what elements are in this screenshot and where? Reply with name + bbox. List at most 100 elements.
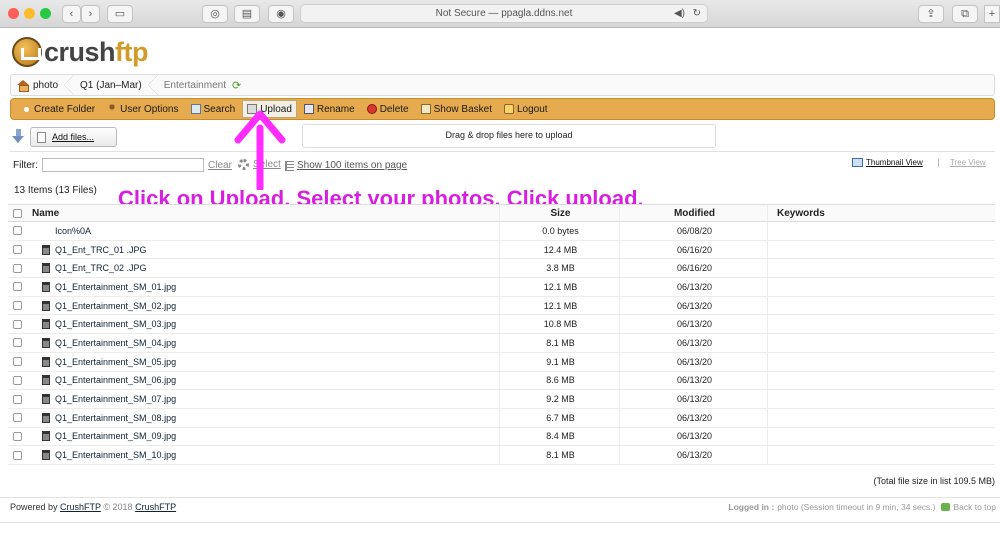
share-icon[interactable]: ⇪ (918, 5, 944, 23)
table-row[interactable]: Q1_Entertainment_SM_01.jpg 12.1 MB 06/13/2… (8, 278, 995, 297)
file-modified: 06/13/20 (622, 334, 768, 352)
table-row[interactable]: Q1_Entertainment_SM_03.jpg 10.8 MB 06/13/2… (8, 315, 995, 335)
table-row[interactable]: Q1_Entertainment_SM_08.jpg 6.7 MB 06/13/20 (8, 408, 995, 428)
file-icon (42, 356, 50, 367)
file-keywords (777, 353, 987, 371)
table-row[interactable]: Q1_Entertainment_SM_07.jpg 9.2 MB 06/13/20 (8, 390, 995, 409)
crushftp-logo[interactable]: crushftp (12, 36, 149, 68)
row-checkbox[interactable] (13, 394, 22, 404)
download-arrow-icon[interactable] (12, 129, 25, 145)
file-name[interactable]: Q1_Entertainment_SM_09.jpg (55, 431, 176, 441)
file-name[interactable]: Q1_Ent_TRC_02 .JPG (55, 263, 147, 273)
rename-button[interactable]: Rename (299, 100, 360, 118)
back-to-top-link[interactable]: Back to top (941, 502, 996, 512)
row-checkbox[interactable] (13, 450, 22, 460)
file-name[interactable]: Q1_Entertainment_SM_04.jpg (55, 338, 176, 348)
close-window-button[interactable] (8, 8, 19, 19)
minimize-window-button[interactable] (24, 8, 35, 19)
file-name[interactable]: Q1_Entertainment_SM_07.jpg (55, 394, 176, 404)
user-options-button[interactable]: User Options (102, 100, 183, 118)
crushftp-copyright-link[interactable]: CrushFTP (135, 502, 176, 512)
row-checkbox[interactable] (13, 226, 22, 236)
table-row[interactable]: Q1_Ent_TRC_02 .JPG 3.8 MB 06/16/20 (8, 259, 995, 279)
row-checkbox[interactable] (13, 263, 22, 273)
file-size: 12.1 MB (502, 296, 620, 315)
tree-icon (938, 158, 947, 167)
rename-icon (303, 104, 314, 114)
file-name[interactable]: Q1_Entertainment_SM_08.jpg (55, 413, 176, 423)
speaker-icon[interactable]: ◀) (674, 5, 685, 23)
row-checkbox[interactable] (13, 357, 22, 367)
action-toolbar: Create Folder User Options Search Upload… (10, 98, 995, 120)
create-folder-button[interactable]: Create Folder (17, 100, 100, 118)
basket-icon (420, 104, 431, 114)
file-name[interactable]: Q1_Ent_TRC_01 .JPG (55, 245, 147, 255)
column-name[interactable]: Name (32, 205, 500, 221)
refresh-icon[interactable]: ⟳ (232, 79, 241, 92)
row-checkbox[interactable] (13, 301, 22, 311)
file-icon (42, 450, 50, 461)
table-row[interactable]: Q1_Entertainment_SM_09.jpg 8.4 MB 06/13/20 (8, 427, 995, 447)
tabs-icon[interactable]: ⧉ (952, 5, 978, 23)
file-name[interactable]: Q1_Entertainment_SM_02.jpg (55, 301, 176, 311)
sidebar-icon[interactable]: ▭ (107, 5, 133, 23)
row-checkbox[interactable] (13, 338, 22, 348)
row-checkbox[interactable] (13, 282, 22, 292)
thumbnail-view-link[interactable]: Thumbnail View (852, 158, 923, 167)
row-checkbox[interactable] (13, 413, 22, 423)
add-files-button[interactable]: Add files... (30, 127, 117, 147)
table-row[interactable]: Q1_Entertainment_SM_06.jpg 8.6 MB 06/13/20 (8, 371, 995, 391)
drop-zone[interactable]: Drag & drop files here to upload (302, 124, 716, 148)
table-row[interactable]: Q1_Ent_TRC_01 .JPG 12.4 MB 06/16/20 (8, 240, 995, 260)
reload-icon[interactable]: ↻ (693, 5, 701, 23)
new-tab-icon[interactable]: + (984, 5, 1000, 23)
breadcrumb-photo[interactable]: photo (11, 75, 75, 95)
file-name[interactable]: Q1_Entertainment_SM_05.jpg (55, 357, 176, 367)
address-bar[interactable]: Not Secure — ppagla.ddns.net ◀) ↻ (300, 4, 708, 23)
extension-icon-3[interactable]: ◉ (268, 5, 294, 23)
file-name[interactable]: Q1_Entertainment_SM_10.jpg (55, 450, 176, 460)
show-basket-button[interactable]: Show Basket (416, 100, 497, 118)
select-all-checkbox[interactable] (13, 208, 22, 218)
breadcrumb: photo Q1 (Jan–Mar) Entertainment ⟳ (10, 74, 995, 96)
file-icon (42, 394, 50, 405)
breadcrumb-q1[interactable]: Q1 (Jan–Mar) (74, 75, 158, 95)
file-icon (42, 244, 50, 255)
filter-input[interactable] (42, 158, 204, 172)
row-checkbox[interactable] (13, 375, 22, 385)
file-modified: 06/13/20 (622, 446, 768, 464)
logo-icon (12, 37, 42, 67)
file-icon (42, 281, 50, 292)
clear-link[interactable]: Clear (208, 160, 232, 171)
table-row[interactable]: Q1_Entertainment_SM_10.jpg 8.1 MB 06/13/20 (8, 446, 995, 465)
table-row[interactable]: Q1_Entertainment_SM_04.jpg 8.1 MB 06/13/20 (8, 334, 995, 353)
file-name[interactable]: Q1_Entertainment_SM_01.jpg (55, 282, 176, 292)
file-name[interactable]: Q1_Entertainment_SM_06.jpg (55, 375, 176, 385)
crushftp-link[interactable]: CrushFTP (60, 502, 101, 512)
item-count: 13 Items (13 Files) (14, 185, 97, 196)
tree-view-link[interactable]: Tree View (938, 158, 986, 167)
column-modified[interactable]: Modified (622, 205, 768, 221)
extension-icon[interactable]: ◎ (202, 5, 228, 23)
file-keywords (777, 259, 987, 277)
forward-button[interactable]: › (81, 5, 100, 23)
logout-button[interactable]: Logout (499, 100, 553, 118)
row-checkbox[interactable] (13, 245, 22, 255)
show-items-link[interactable]: Show 100 items on page (285, 160, 407, 171)
zoom-window-button[interactable] (40, 8, 51, 19)
annotation-arrow-icon (234, 110, 286, 190)
row-checkbox[interactable] (13, 431, 22, 441)
file-modified: 06/16/20 (622, 240, 768, 259)
row-checkbox[interactable] (13, 319, 22, 329)
column-keywords[interactable]: Keywords (777, 205, 987, 221)
file-name[interactable]: Icon%0A (55, 226, 91, 236)
delete-button[interactable]: Delete (362, 100, 414, 118)
table-row[interactable]: Icon%0A 0.0 bytes 06/08/20 (8, 222, 995, 241)
file-size: 8.1 MB (502, 446, 620, 464)
extension-icon-2[interactable]: ▤ (234, 5, 260, 23)
table-row[interactable]: Q1_Entertainment_SM_02.jpg 12.1 MB 06/13/2… (8, 296, 995, 316)
column-size[interactable]: Size (502, 205, 620, 221)
file-name[interactable]: Q1_Entertainment_SM_03.jpg (55, 319, 176, 329)
table-row[interactable]: Q1_Entertainment_SM_05.jpg 9.1 MB 06/13/20 (8, 352, 995, 372)
back-button[interactable]: ‹ (62, 5, 81, 23)
